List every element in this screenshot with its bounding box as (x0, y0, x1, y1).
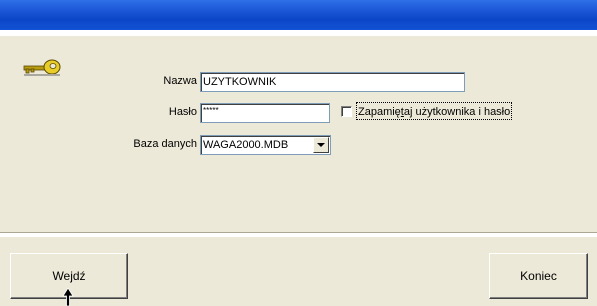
name-value: UZYTKOWNIK (203, 76, 277, 88)
key-icon (23, 59, 61, 76)
password-field[interactable]: ***** (200, 103, 330, 123)
button-panel: Wejdź Koniec (0, 236, 597, 306)
database-label: Baza danych (133, 138, 197, 150)
password-value: ***** (203, 106, 219, 115)
mouse-pointer-icon (62, 288, 74, 306)
exit-button-label: Koniec (520, 269, 557, 283)
login-form-panel: Nazwa UZYTKOWNIK Hasło ***** Zapamiętaj … (0, 35, 597, 233)
chevron-down-icon[interactable] (313, 137, 329, 153)
database-select[interactable]: WAGA2000.MDB (200, 135, 331, 155)
remember-checkbox[interactable] (341, 106, 352, 117)
remember-label[interactable]: Zapamiętaj użytkownika i hasło (356, 102, 513, 120)
enter-button-label: Wejdź (52, 269, 86, 283)
name-label: Nazwa (163, 75, 197, 87)
password-label: Hasło (168, 106, 197, 118)
name-field[interactable]: UZYTKOWNIK (200, 72, 465, 92)
title-bar[interactable] (0, 0, 597, 30)
database-value: WAGA2000.MDB (203, 139, 289, 151)
exit-button[interactable]: Koniec (489, 253, 588, 299)
